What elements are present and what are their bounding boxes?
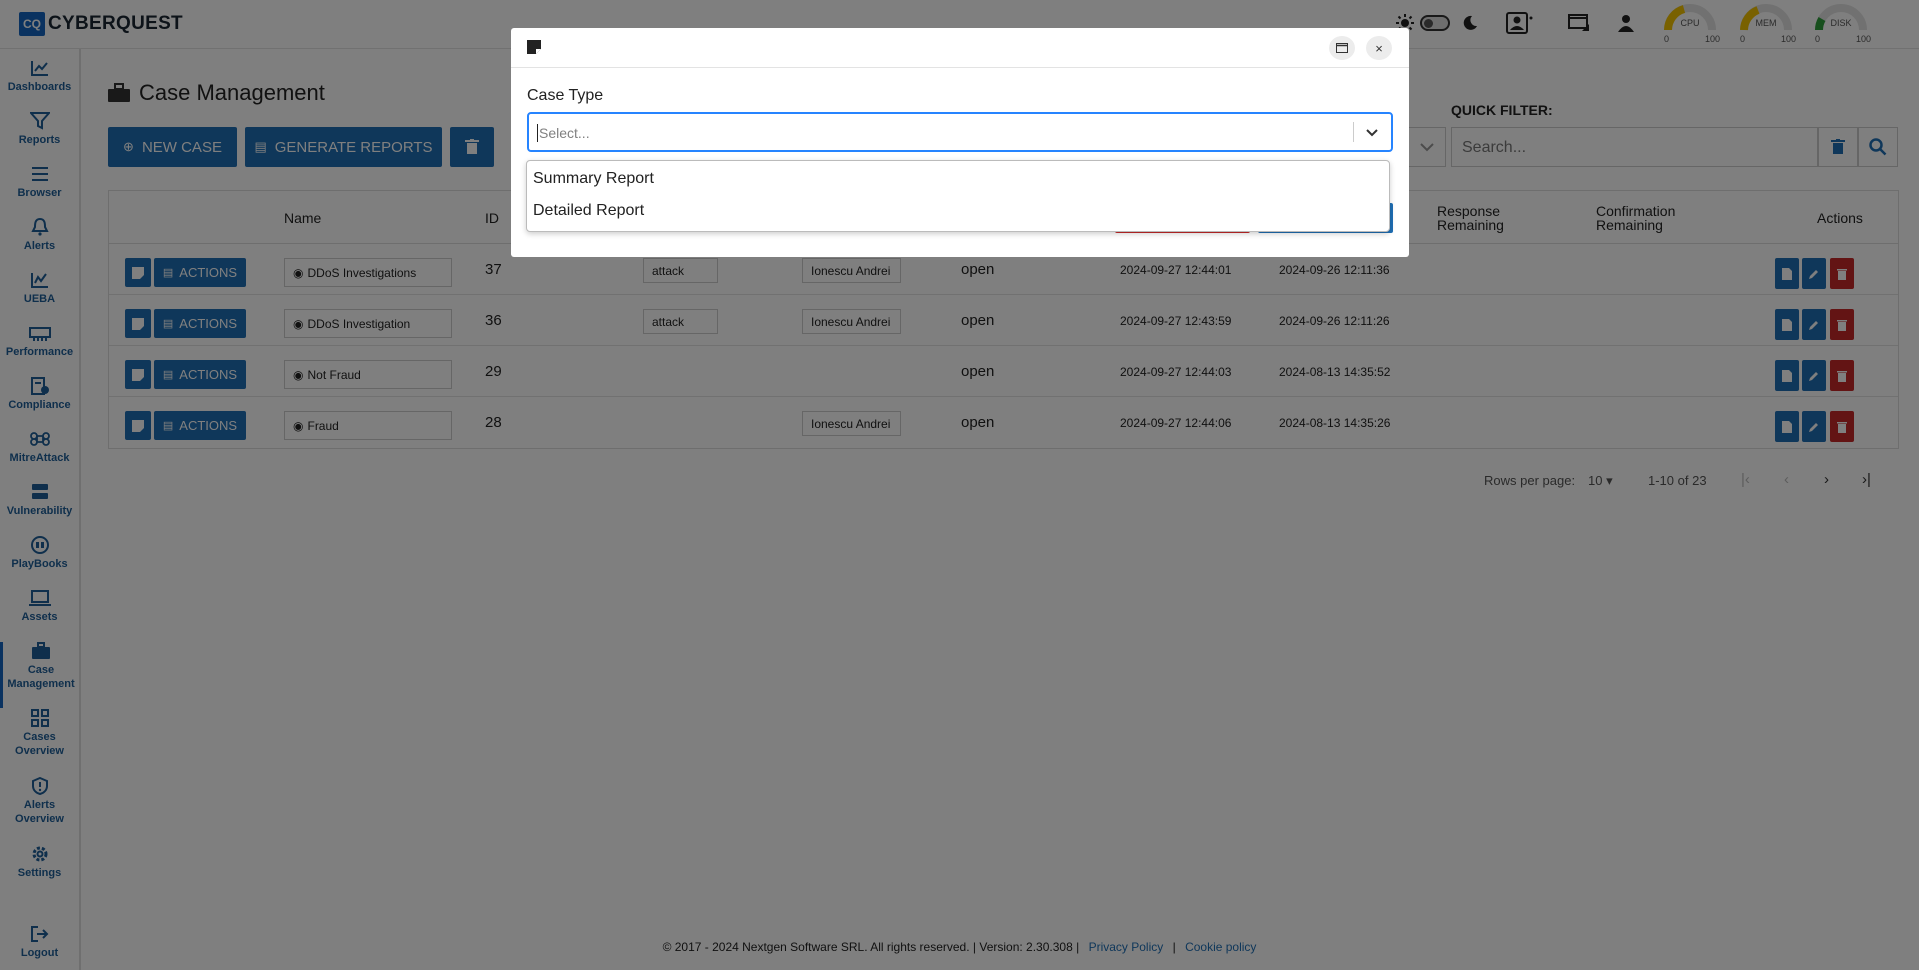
case-type-label: Case Type xyxy=(527,87,604,104)
case-type-menu: Summary Report Detailed Report xyxy=(526,160,1390,232)
select-separator xyxy=(1353,122,1354,142)
option-summary-report[interactable]: Summary Report xyxy=(527,161,1389,193)
chevron-down-icon[interactable] xyxy=(1363,123,1381,141)
window-icon xyxy=(1336,43,1348,53)
case-type-placeholder: Select... xyxy=(537,124,590,142)
option-detailed-report[interactable]: Detailed Report xyxy=(527,193,1389,225)
dialog-header: × xyxy=(511,28,1409,68)
close-button[interactable]: × xyxy=(1366,36,1392,60)
note-icon xyxy=(527,40,541,54)
close-icon: × xyxy=(1375,40,1383,56)
case-type-select[interactable]: Select... xyxy=(527,112,1393,152)
maximize-button[interactable] xyxy=(1329,36,1355,60)
